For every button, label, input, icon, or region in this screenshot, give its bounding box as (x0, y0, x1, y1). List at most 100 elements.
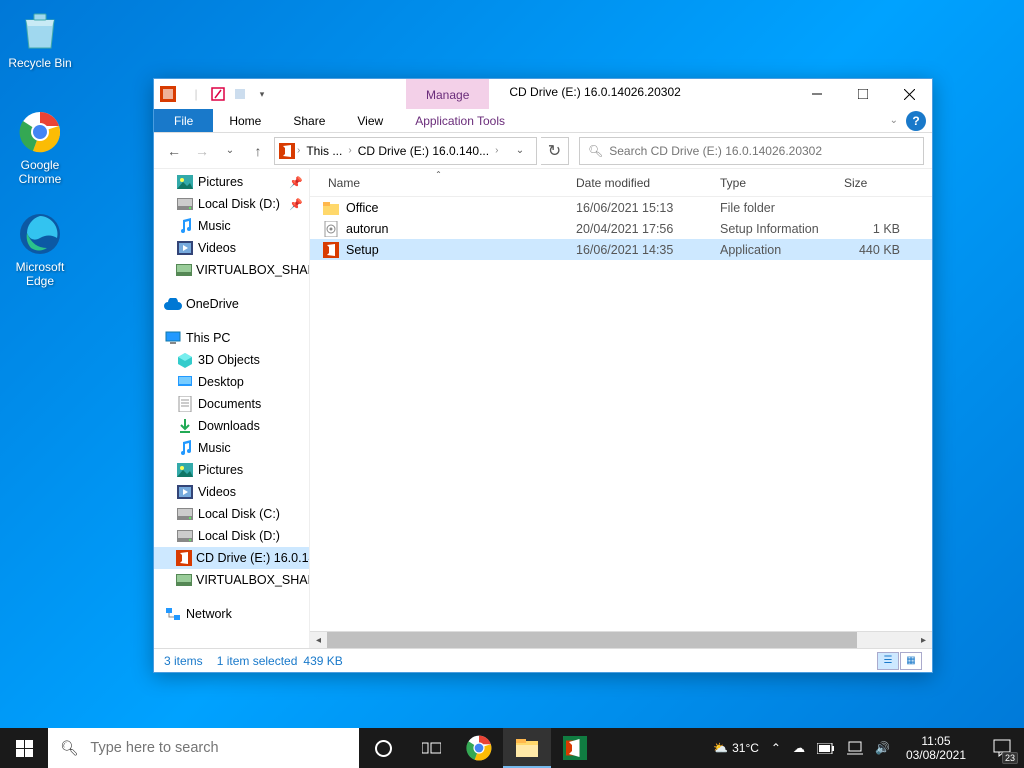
tab-file[interactable]: File (154, 109, 213, 132)
nav-item[interactable]: Documents (154, 393, 309, 415)
nav-item[interactable]: CD Drive (E:) 16.0.14026.20302 (154, 547, 309, 569)
taskbar-search-input[interactable] (90, 740, 347, 756)
tab-view[interactable]: View (341, 109, 399, 132)
qat-properties-icon[interactable] (208, 84, 228, 104)
help-button[interactable]: ? (906, 111, 926, 131)
desktop-icon-edge[interactable]: Microsoft Edge (2, 210, 78, 288)
action-center-button[interactable]: 23 (980, 728, 1024, 768)
nav-item[interactable]: Downloads (154, 415, 309, 437)
view-details-button[interactable]: ☰ (877, 652, 899, 670)
tray-battery-icon[interactable] (815, 743, 837, 754)
weather-icon: ⛅ (713, 741, 728, 755)
breadcrumb-current[interactable]: CD Drive (E:) 16.0.140... (354, 144, 493, 158)
column-date[interactable]: Date modified (568, 172, 712, 194)
horizontal-scrollbar[interactable]: ◂ ▸ (310, 631, 932, 648)
window-title: CD Drive (E:) 16.0.14026.20302 (489, 79, 794, 109)
address-bar[interactable]: › This ... › CD Drive (E:) 16.0.140... ›… (274, 137, 537, 165)
column-name[interactable]: Name⌃ (310, 172, 568, 194)
view-large-button[interactable]: ▦ (900, 652, 922, 670)
close-button[interactable] (886, 79, 932, 109)
file-row[interactable]: Office 16/06/2021 15:13 File folder (310, 197, 932, 218)
scroll-right-icon[interactable]: ▸ (915, 632, 932, 648)
help-icon: ? (912, 114, 919, 128)
column-type[interactable]: Type (712, 172, 836, 194)
file-row[interactable]: autorun 20/04/2021 17:56 Setup Informati… (310, 218, 932, 239)
file-row[interactable]: Setup 16/06/2021 14:35 Application 440 K… (310, 239, 932, 260)
status-size: 439 KB (303, 654, 342, 668)
inf-icon (322, 221, 340, 237)
context-tab-manage[interactable]: Manage (406, 79, 489, 109)
nav-forward-button[interactable]: → (190, 139, 214, 163)
file-size: 1 KB (836, 222, 908, 236)
nav-item[interactable]: Local Disk (D:) (154, 525, 309, 547)
breadcrumb-root[interactable]: This ... (302, 144, 346, 158)
nav-back-button[interactable]: ← (162, 139, 186, 163)
tab-home[interactable]: Home (213, 109, 277, 132)
nav-item[interactable]: Videos (154, 481, 309, 503)
nav-item[interactable]: 3D Objects (154, 349, 309, 371)
desktop-icon-chrome[interactable]: Google Chrome (2, 108, 78, 186)
navigation-pane[interactable]: Pictures📌Local Disk (D:)📌MusicVideosVIRT… (154, 169, 310, 648)
pin-icon: 📌 (289, 198, 303, 211)
search-input[interactable] (609, 144, 915, 158)
desktop-icon-recycle-bin[interactable]: Recycle Bin (2, 6, 78, 70)
tab-share[interactable]: Share (277, 109, 341, 132)
search-box[interactable]: 🔍︎ (579, 137, 924, 165)
tray-network-icon[interactable] (845, 741, 865, 755)
nav-item[interactable]: Pictures📌 (154, 171, 309, 193)
file-date: 20/04/2021 17:56 (568, 222, 712, 236)
scrollbar-thumb[interactable] (327, 632, 857, 648)
taskbar-office[interactable] (551, 728, 599, 768)
tray-overflow-button[interactable]: ⌃ (769, 741, 783, 755)
desktop-icon (176, 374, 194, 390)
tab-application-tools[interactable]: Application Tools (399, 109, 521, 132)
nav-item[interactable]: Desktop (154, 371, 309, 393)
search-icon: 🔍︎ (60, 740, 78, 757)
cortana-icon (375, 740, 392, 757)
nav-item[interactable]: Music (154, 215, 309, 237)
nav-onedrive[interactable]: OneDrive (154, 293, 309, 315)
nav-network[interactable]: Network (154, 603, 309, 625)
tray-onedrive-icon[interactable]: ☁ (791, 741, 807, 755)
nav-item[interactable]: Pictures (154, 459, 309, 481)
titlebar: | ▾ Manage CD Drive (E:) 16.0.14026.2030… (154, 79, 932, 109)
hdd-icon (176, 196, 194, 212)
taskbar-chrome[interactable] (455, 728, 503, 768)
address-dropdown-icon[interactable]: ⌄ (508, 139, 532, 163)
nav-item[interactable]: Music (154, 437, 309, 459)
nav-item[interactable]: VIRTUALBOX_SHARED (154, 259, 309, 281)
nav-item[interactable]: Videos (154, 237, 309, 259)
minimize-button[interactable] (794, 79, 840, 109)
tray-volume-icon[interactable]: 🔊 (873, 741, 892, 755)
qat-dropdown-icon[interactable]: ▾ (252, 84, 272, 104)
file-list[interactable]: Office 16/06/2021 15:13 File folder auto… (310, 197, 932, 631)
ribbon-expand-button[interactable]: ⌄ (882, 109, 906, 132)
nav-recent-dropdown[interactable]: ⌄ (218, 139, 242, 163)
start-button[interactable] (0, 728, 48, 768)
scroll-left-icon[interactable]: ◂ (310, 632, 327, 648)
taskbar-clock[interactable]: 11:05 03/08/2021 (900, 734, 972, 763)
column-size[interactable]: Size (836, 172, 908, 194)
nav-up-button[interactable]: ↑ (246, 139, 270, 163)
maximize-button[interactable] (840, 79, 886, 109)
nav-item[interactable]: Local Disk (D:)📌 (154, 193, 309, 215)
taskbar-search[interactable]: 🔍︎ (48, 728, 359, 768)
chrome-icon (16, 108, 64, 156)
details-view-icon: ☰ (884, 655, 893, 666)
file-size: 440 KB (836, 243, 908, 257)
refresh-button[interactable]: ↻ (541, 137, 569, 165)
status-selection: 1 item selected (217, 654, 298, 668)
share-icon (176, 572, 192, 588)
nav-item[interactable]: VIRTUALBOX_SHARED (154, 569, 309, 591)
app-icon[interactable] (158, 84, 178, 104)
status-bar: 3 items 1 item selected 439 KB ☰ ▦ (154, 648, 932, 672)
qat-new-icon[interactable] (230, 84, 250, 104)
task-view-button[interactable] (407, 728, 455, 768)
nav-item[interactable]: Local Disk (C:) (154, 503, 309, 525)
taskbar-explorer[interactable] (503, 728, 551, 768)
nav-thispc[interactable]: This PC (154, 327, 309, 349)
chrome-icon (466, 735, 492, 761)
weather-widget[interactable]: ⛅31°C (711, 741, 761, 755)
cortana-button[interactable] (359, 728, 407, 768)
downloads-icon (176, 418, 194, 434)
